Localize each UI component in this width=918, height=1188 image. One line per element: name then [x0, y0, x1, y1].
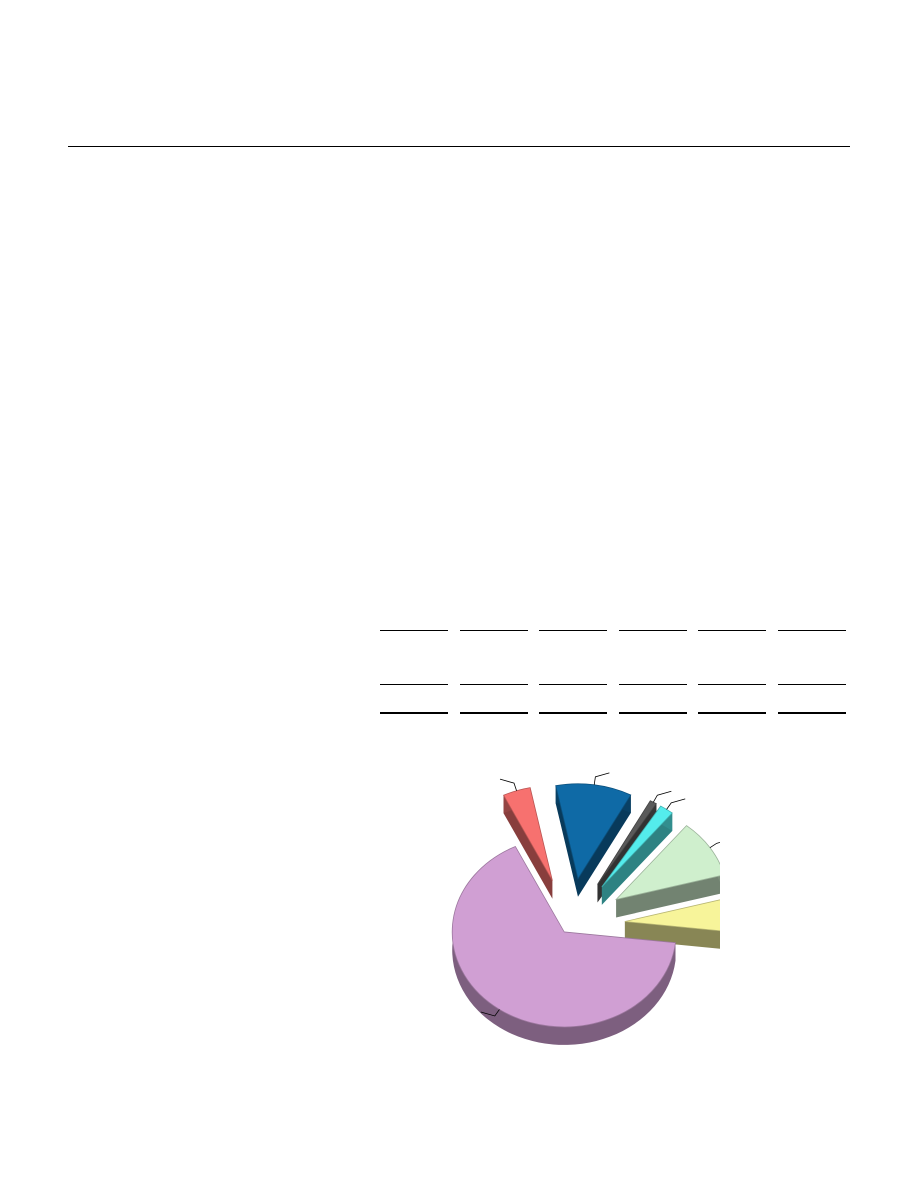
pie-leader-line-3	[666, 798, 686, 810]
pie-chart	[451, 772, 720, 1045]
table-rule-r3-c4	[618, 712, 687, 714]
table-rule-r1-c3	[539, 630, 607, 631]
table-rule-r2-c3	[539, 684, 607, 685]
table-rule-r3-c1	[380, 712, 448, 714]
top-rule	[68, 146, 850, 147]
table-rule-r1-c1	[380, 630, 448, 631]
table-rule-r3-c5	[698, 712, 766, 714]
table-rule-r1-c2	[459, 630, 528, 631]
table-rule-r2-c1	[380, 684, 448, 685]
table-rule-r2-c6	[777, 684, 846, 685]
table-rule-r3-c2	[459, 712, 528, 714]
pie-leader-line-1	[593, 772, 610, 785]
pie-leader-line-2	[653, 790, 672, 803]
pie-leader-line-7	[499, 778, 517, 791]
table-rule-r2-c2	[459, 684, 528, 685]
table-rule-r1-c6	[777, 630, 846, 631]
table-rule-r2-c4	[618, 684, 687, 685]
table-rule-r2-c5	[698, 684, 766, 685]
pie-leader-line-4	[709, 841, 720, 849]
table-rule-r3-c6	[777, 712, 846, 714]
pie-top-layer	[451, 783, 720, 1028]
table-rule-r1-c4	[618, 630, 687, 631]
table-rule-r3-c3	[539, 712, 607, 714]
table-rule-r1-c5	[698, 630, 766, 631]
